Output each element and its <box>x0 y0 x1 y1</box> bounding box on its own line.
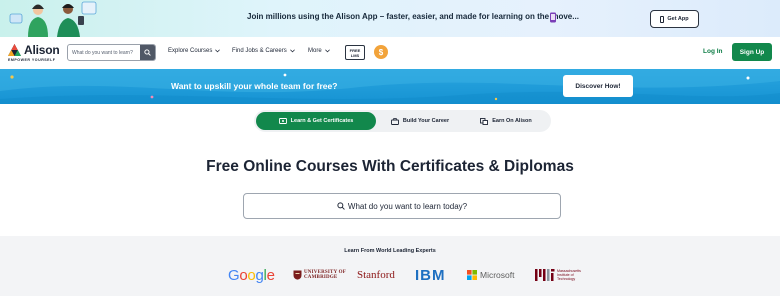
nav-search-input[interactable] <box>72 47 140 59</box>
partners-section: Learn From World Leading Experts Google … <box>0 236 780 296</box>
earn-icon <box>480 117 489 125</box>
discover-label: Discover How! <box>575 82 621 90</box>
tab-earn-on-alison[interactable]: Earn On Alison <box>464 112 548 130</box>
certificate-icon <box>278 117 287 124</box>
partners-title: Learn From World Leading Experts <box>344 248 436 254</box>
menu-explore-courses[interactable]: Explore Courses <box>168 48 221 54</box>
alison-logo-icon <box>8 44 21 56</box>
discover-how-button[interactable]: Discover How! <box>563 75 633 97</box>
menu-label: Explore Courses <box>168 48 213 54</box>
main-navbar: Alison EMPOWER YOURSELF Explore Courses … <box>0 37 780 69</box>
banner-text: Want to upskill your whole team for free… <box>171 81 338 91</box>
google-logo: Google <box>228 266 275 284</box>
stanford-logo: Stanford <box>357 269 395 281</box>
mit-logo: Massachusetts Institute of Technology <box>535 264 581 286</box>
banner-wave-decoration <box>0 69 780 104</box>
phone-icon <box>550 12 556 23</box>
search-icon <box>144 49 151 56</box>
free-lms-badge[interactable]: FREE LMS <box>345 45 365 60</box>
coin-symbol: $ <box>378 47 384 57</box>
search-icon <box>337 202 345 210</box>
audience-tabs: Learn & Get Certificates Build Your Care… <box>254 110 551 132</box>
phone-icon <box>660 15 665 23</box>
get-app-label: Get App <box>667 16 689 22</box>
menu-find-jobs[interactable]: Find Jobs & Careers <box>232 48 295 54</box>
microsoft-icon <box>467 270 477 280</box>
cambridge-logo: UNIVERSITY OF CAMBRIDGE <box>293 264 346 286</box>
hero-search-input[interactable]: What do you want to learn today? <box>243 193 561 219</box>
microsoft-logo: Microsoft <box>467 264 514 286</box>
menu-label: More <box>308 48 322 54</box>
logo-wordmark: Alison <box>24 43 60 57</box>
menu-more[interactable]: More <box>308 48 330 54</box>
lms-badge-line2: LMS <box>350 52 360 58</box>
login-link[interactable]: Log In <box>703 48 723 55</box>
nav-search-button[interactable] <box>140 45 155 60</box>
alison-homepage: Join millions using the Alison App – fas… <box>0 0 780 296</box>
promo-text: Join millions using the Alison App – fas… <box>247 12 579 21</box>
app-promo-bar: Join millions using the Alison App – fas… <box>0 0 780 37</box>
tab-label: Learn & Get Certificates <box>290 118 354 124</box>
coin-icon[interactable]: $ <box>374 45 388 59</box>
tab-label: Build Your Career <box>402 118 450 124</box>
promo-illustration <box>9 1 97 37</box>
hero-search-placeholder: What do you want to learn today? <box>347 201 468 211</box>
tab-build-career[interactable]: Build Your Career <box>378 112 462 130</box>
chevron-down-icon <box>215 49 221 53</box>
get-app-button[interactable]: Get App <box>650 10 699 28</box>
ibm-logo: IBM <box>415 266 446 284</box>
page-title: Free Online Courses With Certificates & … <box>206 158 574 175</box>
tab-label: Earn On Alison <box>492 118 532 124</box>
signup-label: Sign Up <box>739 48 765 56</box>
signup-button[interactable]: Sign Up <box>732 43 772 61</box>
logo-tagline: EMPOWER YOURSELF <box>8 58 56 62</box>
chevron-down-icon <box>289 49 295 53</box>
tab-learn-certificates[interactable]: Learn & Get Certificates <box>256 112 376 130</box>
nav-search <box>67 44 156 61</box>
cambridge-shield-icon <box>293 270 302 280</box>
alison-logo[interactable]: Alison EMPOWER YOURSELF <box>8 42 68 64</box>
mit-icon <box>535 269 555 281</box>
chevron-down-icon <box>324 49 330 53</box>
briefcase-icon <box>390 117 399 125</box>
menu-label: Find Jobs & Careers <box>232 48 287 54</box>
upskill-banner: Want to upskill your whole team for free… <box>0 69 780 104</box>
